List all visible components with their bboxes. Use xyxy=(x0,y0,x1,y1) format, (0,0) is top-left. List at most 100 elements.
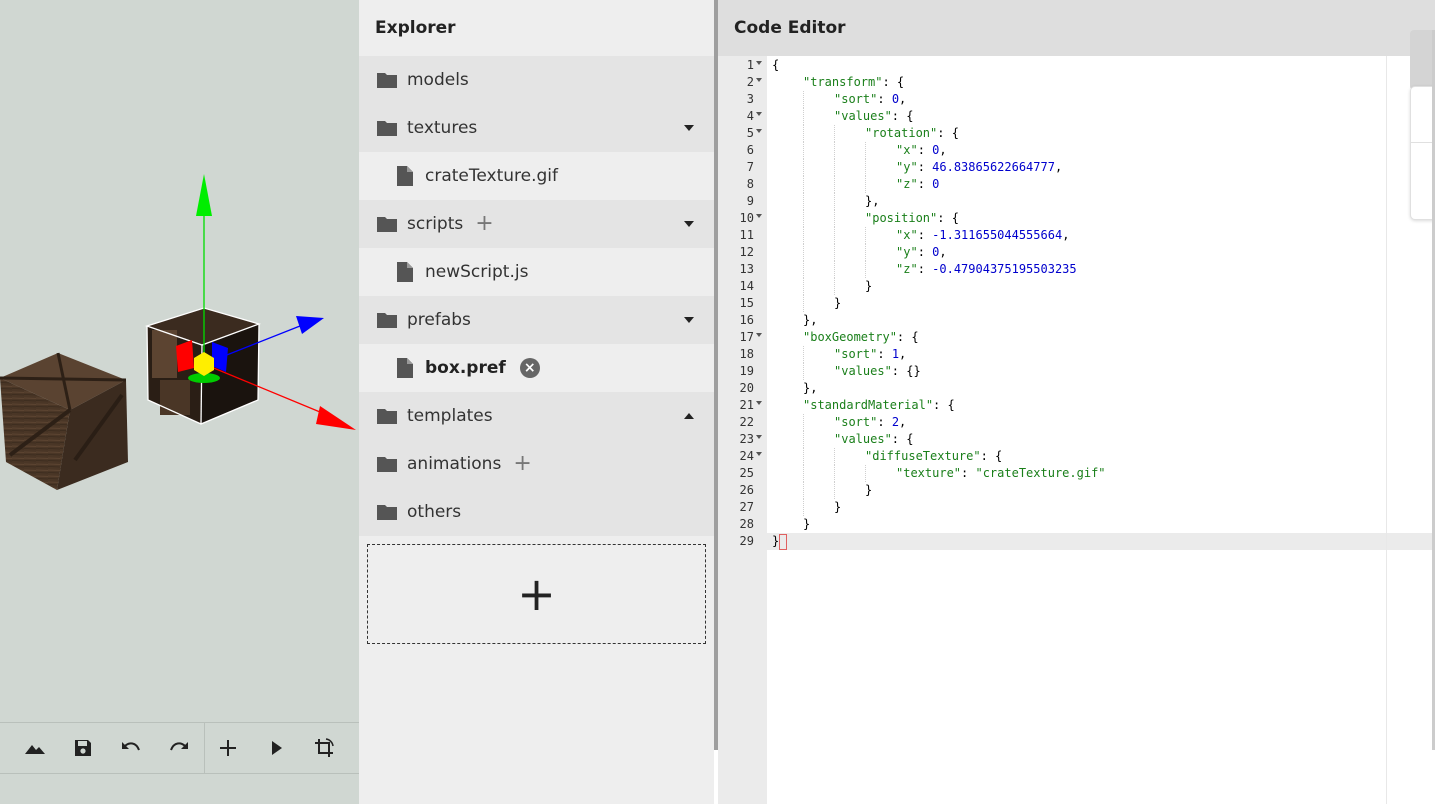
code-token: , xyxy=(899,347,907,361)
scene-canvas[interactable] xyxy=(0,0,359,722)
code-area[interactable]: 1{2 "transform": {3 "sort": 0, 4 "values": {… xyxy=(718,56,1435,804)
save-button[interactable] xyxy=(68,733,98,763)
code-token: "standardMaterial" xyxy=(803,398,934,412)
fold-toggle-icon[interactable] xyxy=(756,112,762,116)
code-token: "x" xyxy=(896,228,918,242)
indent-guide xyxy=(803,414,804,431)
code-token: "boxGeometry" xyxy=(803,330,897,344)
indent-guide xyxy=(865,142,866,159)
folder-icon xyxy=(376,501,398,523)
folder-item[interactable]: scripts + xyxy=(359,200,714,248)
file-item[interactable]: newScript.js xyxy=(359,248,714,296)
code-token: , xyxy=(1062,228,1070,242)
file-item[interactable]: crateTexture.gif xyxy=(359,152,714,200)
file-label: newScript.js xyxy=(425,262,529,282)
line-number: 28 xyxy=(739,517,754,531)
folder-item[interactable]: animations + xyxy=(359,440,714,488)
folder-item[interactable]: templates xyxy=(359,392,714,440)
fold-toggle-icon[interactable] xyxy=(756,61,762,65)
line-number: 3 xyxy=(746,92,754,106)
code-token: 0 xyxy=(891,92,900,106)
code-token: : xyxy=(877,92,892,106)
chevron-down-icon[interactable] xyxy=(684,221,694,227)
transform-button[interactable] xyxy=(309,733,339,763)
line-number: 10 xyxy=(739,211,754,225)
indent-guide xyxy=(803,295,804,312)
indent-guide xyxy=(803,482,804,499)
code-line: 15} xyxy=(718,295,1435,312)
file-label: box.pref xyxy=(425,358,506,378)
code-text: "transform": { xyxy=(803,74,904,91)
fold-toggle-icon[interactable] xyxy=(756,333,762,337)
add-asset-drop-zone[interactable]: + xyxy=(367,544,706,644)
terrain-button[interactable] xyxy=(20,733,50,763)
indent-guide xyxy=(865,227,866,244)
code-token: : xyxy=(917,177,933,191)
close-icon[interactable]: × xyxy=(519,358,540,378)
code-token: 46.83865622664777 xyxy=(932,160,1055,174)
indent-guide xyxy=(803,431,804,448)
crate-model[interactable] xyxy=(0,352,128,490)
fold-toggle-icon[interactable] xyxy=(756,129,762,133)
file-item[interactable]: box.pref × xyxy=(359,344,714,392)
indent-guide xyxy=(803,125,804,142)
folder-icon xyxy=(376,453,398,475)
line-number: 17 xyxy=(739,330,754,344)
indent-guide xyxy=(865,465,866,482)
code-token: 0 xyxy=(932,177,940,191)
indent-guide xyxy=(803,244,804,261)
add-file-icon[interactable]: + xyxy=(475,213,493,235)
indent-guide xyxy=(803,465,804,482)
fold-toggle-icon[interactable] xyxy=(756,401,762,405)
file-icon xyxy=(394,261,416,283)
indent-guide xyxy=(834,159,835,176)
line-number: 13 xyxy=(739,262,754,276)
save-icon xyxy=(75,740,91,756)
indent-guide xyxy=(834,227,835,244)
scene-viewport[interactable] xyxy=(0,0,359,804)
fold-toggle-icon[interactable] xyxy=(756,214,762,218)
code-token: "values" xyxy=(834,109,892,123)
code-line: 2 "transform": { xyxy=(718,74,1435,91)
play-button[interactable] xyxy=(261,733,291,763)
add-file-icon[interactable]: + xyxy=(513,453,531,475)
redo-button[interactable] xyxy=(164,733,194,763)
code-token: , xyxy=(939,143,947,157)
code-line: 6 "x": 0, xyxy=(718,142,1435,159)
fold-toggle-icon[interactable] xyxy=(756,78,762,82)
code-token: : { xyxy=(937,126,959,140)
line-number: 8 xyxy=(746,177,754,191)
folder-item[interactable]: prefabs xyxy=(359,296,714,344)
code-token: "values" xyxy=(834,364,892,378)
folder-icon xyxy=(376,405,398,427)
code-token: } xyxy=(803,517,811,531)
undo-button[interactable] xyxy=(116,733,146,763)
code-line: 3 "sort": 0, xyxy=(718,91,1435,108)
code-line: 20}, xyxy=(718,380,1435,397)
line-number: 18 xyxy=(739,347,754,361)
code-text: "standardMaterial": { xyxy=(803,397,955,414)
fold-toggle-icon[interactable] xyxy=(756,452,762,456)
indent-guide xyxy=(834,193,835,210)
folder-item[interactable]: textures xyxy=(359,104,714,152)
chevron-down-icon[interactable] xyxy=(684,125,694,131)
indent-guide xyxy=(834,482,835,499)
folder-item[interactable]: others xyxy=(359,488,714,536)
indent-guide xyxy=(834,210,835,227)
line-number: 15 xyxy=(739,296,754,310)
code-token: : { xyxy=(980,449,1003,463)
code-line: 28} xyxy=(718,516,1435,533)
chevron-up-icon[interactable] xyxy=(684,413,694,419)
code-token: } xyxy=(865,483,873,497)
line-number: 24 xyxy=(739,449,754,463)
indent-guide xyxy=(803,193,804,210)
code-line: 23 "values": { xyxy=(718,431,1435,448)
code-token: : xyxy=(917,160,933,174)
add-button[interactable] xyxy=(213,733,243,763)
folder-item[interactable]: models xyxy=(359,56,714,104)
toolbar-divider xyxy=(204,723,205,773)
line-number: 16 xyxy=(739,313,754,327)
code-token: : xyxy=(917,245,933,259)
chevron-down-icon[interactable] xyxy=(684,317,694,323)
fold-toggle-icon[interactable] xyxy=(756,435,762,439)
